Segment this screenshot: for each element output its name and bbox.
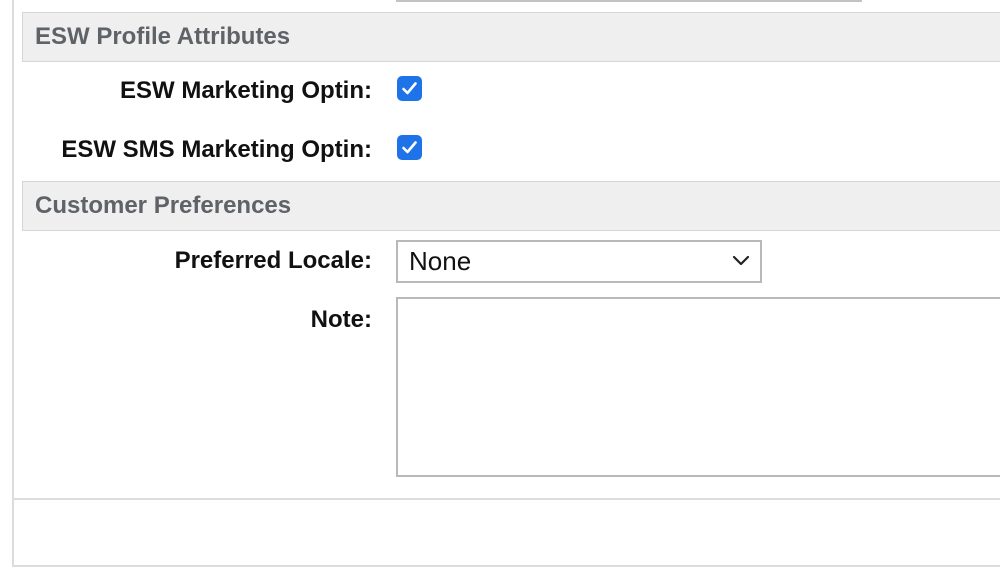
preferred-locale-select[interactable]: None: [396, 240, 762, 283]
esw-marketing-optin-label: ESW Marketing Optin:: [120, 77, 372, 104]
checkmark-icon: [402, 82, 417, 95]
esw-marketing-optin-checkbox[interactable]: [397, 76, 422, 101]
preferred-locale-label: Preferred Locale:: [174, 247, 372, 274]
esw-sms-marketing-optin-checkbox[interactable]: [397, 135, 422, 160]
checkmark-icon: [402, 141, 417, 154]
section-header-customer-preferences: Customer Preferences: [22, 181, 1000, 231]
form-footer-divider: [12, 498, 1000, 500]
note-label: Note:: [310, 306, 372, 333]
section-header-esw-profile-attributes: ESW Profile Attributes: [22, 12, 1000, 62]
note-textarea[interactable]: [396, 297, 1000, 477]
esw-sms-marketing-optin-label: ESW SMS Marketing Optin:: [61, 136, 372, 163]
previous-field-input[interactable]: [396, 0, 862, 2]
chevron-down-icon: [732, 255, 750, 266]
preferred-locale-value: None: [409, 246, 472, 276]
